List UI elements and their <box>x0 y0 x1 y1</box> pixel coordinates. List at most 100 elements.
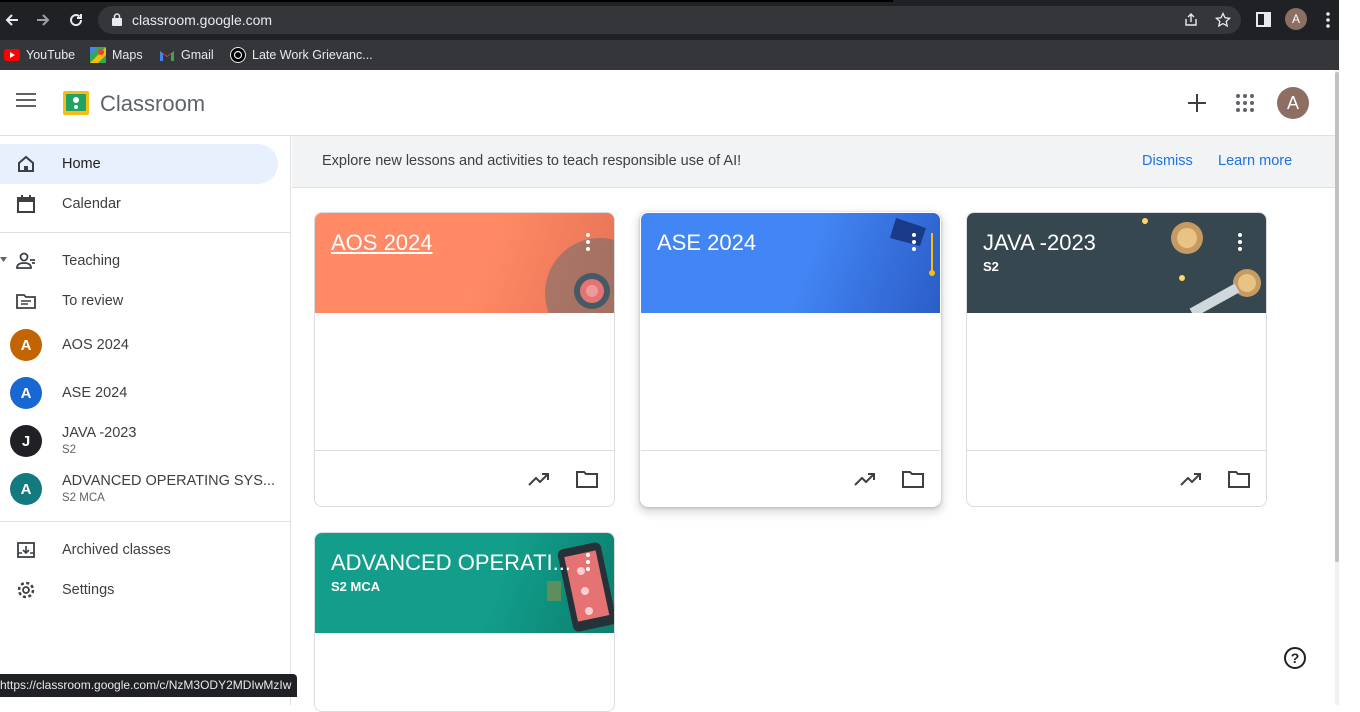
class-card-ase-2024[interactable]: ASE 2024 <box>640 212 941 507</box>
class-section: S2 <box>62 444 77 456</box>
card-options-icon[interactable] <box>586 233 590 251</box>
to-review-folder-icon <box>16 294 36 309</box>
sidebar-label: Home <box>62 156 101 172</box>
sidebar-item-to-review[interactable]: To review <box>0 281 278 321</box>
help-icon[interactable]: ? <box>1284 647 1306 669</box>
back-icon[interactable] <box>2 10 22 30</box>
classroom-logo[interactable] <box>63 91 89 115</box>
sidebar-label: Teaching <box>62 253 121 269</box>
home-icon <box>18 155 34 172</box>
calendar-icon <box>17 195 35 213</box>
main-menu-icon[interactable] <box>16 93 36 109</box>
card-options-icon[interactable] <box>912 233 916 251</box>
sidebar-item-teaching[interactable]: Teaching <box>0 241 278 281</box>
bookmark-label: Maps <box>112 48 143 62</box>
card-section: S2 <box>983 259 999 274</box>
class-avatar: A <box>10 377 42 409</box>
class-avatar: A <box>10 329 42 361</box>
forward-icon[interactable] <box>33 10 53 30</box>
reload-icon[interactable] <box>66 10 86 30</box>
class-section: S2 MCA <box>62 492 105 504</box>
bookmark-late-work[interactable]: Late Work Grievanc... <box>230 45 373 65</box>
card-header[interactable]: AOS 2024 <box>315 213 614 313</box>
card-header[interactable]: JAVA -2023 S2 <box>967 213 1266 313</box>
header-illustration <box>545 238 614 313</box>
create-join-class-icon[interactable] <box>1186 92 1208 114</box>
sidebar-item-settings[interactable]: Settings <box>0 570 278 610</box>
trending-up-icon[interactable] <box>527 470 551 488</box>
card-title[interactable]: AOS 2024 <box>331 230 433 256</box>
browser-menu-icon[interactable] <box>1325 11 1331 29</box>
class-name: JAVA -2023 <box>62 425 137 441</box>
bookmark-label: YouTube <box>26 48 76 62</box>
class-card-aos-2024[interactable]: AOS 2024 <box>314 212 615 507</box>
sidebar-item-calendar[interactable]: Calendar <box>0 184 278 224</box>
header-illustration <box>1142 218 1261 313</box>
card-header[interactable]: ADVANCED OPERATI... S2 MCA <box>315 533 614 633</box>
trending-up-icon[interactable] <box>1179 470 1203 488</box>
card-divider <box>641 450 940 451</box>
bookmark-label: Gmail <box>181 48 214 62</box>
card-divider <box>315 450 614 451</box>
teaching-people-icon <box>16 252 35 269</box>
side-panel-icon[interactable] <box>1256 12 1271 27</box>
sidebar-divider <box>0 521 291 522</box>
maps-icon <box>90 47 106 63</box>
folder-icon[interactable] <box>901 470 925 488</box>
card-title[interactable]: ASE 2024 <box>657 230 756 256</box>
google-apps-icon[interactable] <box>1236 94 1254 112</box>
browser-profile-avatar[interactable]: A <box>1285 8 1307 30</box>
banner-text: Explore new lessons and activities to te… <box>322 153 742 169</box>
class-avatar: A <box>10 473 42 505</box>
ai-lessons-banner: Explore new lessons and activities to te… <box>292 136 1335 188</box>
link-status-bar: https://classroom.google.com/c/NzM3ODY2M… <box>0 674 298 697</box>
window-edge <box>1339 0 1360 705</box>
folder-icon[interactable] <box>1227 470 1251 488</box>
sidebar-class-advanced-os[interactable]: A ADVANCED OPERATING SYS... S2 MCA <box>0 469 278 509</box>
class-name: ADVANCED OPERATING SYS... <box>62 473 275 489</box>
folder-icon[interactable] <box>575 470 599 488</box>
bookmarks-bar: YouTube Maps Gmail Late Work Grievanc... <box>0 40 1339 70</box>
class-card-advanced-os[interactable]: ADVANCED OPERATI... S2 MCA <box>314 532 615 712</box>
chatgpt-icon <box>230 47 246 63</box>
sidebar-label: To review <box>62 293 124 309</box>
bookmark-label: Late Work Grievanc... <box>252 48 373 62</box>
sidebar-class-aos-2024[interactable]: A AOS 2024 <box>0 325 278 365</box>
dismiss-button[interactable]: Dismiss <box>1142 153 1193 169</box>
bookmark-gmail[interactable]: Gmail <box>159 45 214 65</box>
card-header[interactable]: ASE 2024 <box>641 213 940 313</box>
class-name: ASE 2024 <box>62 385 128 401</box>
collapse-caret-icon <box>0 257 7 262</box>
bookmark-maps[interactable]: Maps <box>90 45 143 65</box>
card-section: S2 MCA <box>331 579 381 594</box>
youtube-icon <box>4 49 20 61</box>
lock-icon <box>112 13 122 26</box>
trending-up-icon[interactable] <box>853 470 877 488</box>
sidebar-item-home[interactable]: Home <box>0 144 278 184</box>
address-bar[interactable]: classroom.google.com <box>98 6 1241 34</box>
archive-icon <box>17 542 35 558</box>
sidebar-item-archived[interactable]: Archived classes <box>0 530 278 570</box>
sidebar-class-ase-2024[interactable]: A ASE 2024 <box>0 373 278 413</box>
class-name: AOS 2024 <box>62 337 129 353</box>
star-icon[interactable] <box>1215 12 1231 28</box>
browser-toolbar: classroom.google.com A <box>0 0 1339 40</box>
sidebar: Home Calendar Teaching To review A AOS 2… <box>0 136 291 705</box>
card-title[interactable]: ADVANCED OPERATI... <box>331 550 571 576</box>
sidebar-label: Calendar <box>62 196 121 212</box>
learn-more-link[interactable]: Learn more <box>1218 153 1292 169</box>
sidebar-label: Archived classes <box>62 542 171 558</box>
card-title[interactable]: JAVA -2023 <box>983 230 1096 256</box>
card-options-icon[interactable] <box>1238 233 1242 251</box>
gear-icon <box>17 581 35 599</box>
sidebar-divider <box>0 232 291 233</box>
account-avatar[interactable]: A <box>1277 87 1309 119</box>
sidebar-class-java-2023[interactable]: J JAVA -2023 S2 <box>0 421 278 461</box>
bookmark-youtube[interactable]: YouTube <box>4 45 75 65</box>
share-icon[interactable] <box>1183 12 1199 28</box>
app-title[interactable]: Classroom <box>100 91 205 117</box>
class-avatar: J <box>10 425 42 457</box>
card-options-icon[interactable] <box>586 553 590 571</box>
class-card-java-2023[interactable]: JAVA -2023 S2 <box>966 212 1267 507</box>
card-divider <box>967 450 1266 451</box>
